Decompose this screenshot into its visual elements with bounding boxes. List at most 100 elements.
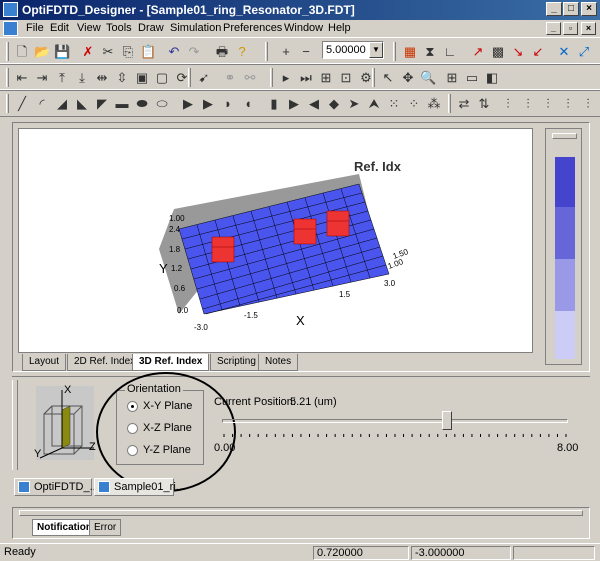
toolbar-grip[interactable] xyxy=(6,42,9,61)
3d-ref-index-view[interactable]: Ref. Idx Y X 1.00 2.4 1.8 1.2 0.6 0.0 -3… xyxy=(18,128,533,353)
copy-icon[interactable]: ⎘ xyxy=(120,44,136,60)
align-top-icon[interactable]: ⤒ xyxy=(54,70,70,86)
toolbar-grip[interactable] xyxy=(393,42,396,61)
align-bottom-icon[interactable]: ⤓ xyxy=(74,70,90,86)
zoom-icon[interactable]: 🔍 xyxy=(420,70,436,86)
color-map-icon[interactable]: ▦ xyxy=(402,44,418,60)
hourglass-icon[interactable]: ⧗ xyxy=(422,44,438,60)
position-slider-thumb[interactable] xyxy=(442,411,453,430)
group-icon[interactable]: ▣ xyxy=(134,70,150,86)
save-icon[interactable]: 💾 xyxy=(54,44,70,60)
zoom-select[interactable]: 5.00000 ▼ xyxy=(322,41,384,59)
close-button[interactable]: × xyxy=(581,2,597,16)
toolbar-grip[interactable] xyxy=(372,68,375,87)
legend-handle[interactable] xyxy=(552,133,577,139)
flip-h-icon[interactable]: ⇄ xyxy=(456,96,472,112)
doc-tab-sample[interactable]: Sample01_ri... xyxy=(94,478,185,496)
triangle-2-icon[interactable]: ◀ xyxy=(306,96,322,112)
port-icon[interactable]: ▭ xyxy=(464,70,480,86)
flip-v-icon[interactable]: ⇅ xyxy=(476,96,492,112)
block-icon[interactable]: ▮ xyxy=(266,96,282,112)
menu-draw[interactable]: Draw xyxy=(138,22,164,34)
wedge-icon[interactable]: ▶ xyxy=(200,96,216,112)
ungroup-icon[interactable]: ▢ xyxy=(154,70,170,86)
snap-4-icon[interactable]: ⫶ xyxy=(560,96,576,112)
probe-icon[interactable]: ◧ xyxy=(484,70,500,86)
plot-4-icon[interactable]: ↙ xyxy=(530,44,546,60)
menu-file[interactable]: File xyxy=(26,22,44,34)
distribute-h-icon[interactable]: ⇹ xyxy=(94,70,110,86)
fit-view-icon[interactable]: ✕ xyxy=(556,44,572,60)
toolbar-grip[interactable] xyxy=(265,42,268,61)
ring-icon[interactable]: ⬭ xyxy=(154,96,170,112)
print-icon[interactable]: 🖶 xyxy=(214,44,230,60)
snap-1-icon[interactable]: ⫶ xyxy=(500,96,516,112)
arrow-right-icon[interactable]: ➤ xyxy=(346,96,362,112)
tab-notes[interactable]: Notes xyxy=(258,354,299,371)
parabolic-icon[interactable]: ◤ xyxy=(94,96,110,112)
move-icon[interactable]: ✥ xyxy=(400,70,416,86)
half-ellipse-icon[interactable]: ◖ xyxy=(240,96,256,112)
menu-simulation[interactable]: Simulation xyxy=(170,22,221,34)
snap-2-icon[interactable]: ⫶ xyxy=(520,96,536,112)
toolbar-grip[interactable] xyxy=(6,68,9,87)
pointer-icon[interactable]: ➹ xyxy=(196,70,212,86)
doc-restore-button[interactable]: ▫ xyxy=(563,22,578,35)
cut-icon[interactable]: ✂ xyxy=(100,44,116,60)
open-folder-icon[interactable]: 📂 xyxy=(34,44,50,60)
menu-tools[interactable]: Tools xyxy=(106,22,132,34)
axes-icon[interactable]: ∟ xyxy=(442,44,458,60)
undo-icon[interactable]: ↶ xyxy=(166,44,182,60)
tab-3d-ref-index[interactable]: 3D Ref. Index xyxy=(132,354,210,371)
expand-icon[interactable]: ⤢ xyxy=(576,44,592,60)
menu-window[interactable]: Window xyxy=(284,22,323,34)
menu-preferences[interactable]: Preferences xyxy=(223,22,282,34)
taper-icon[interactable]: ◢ xyxy=(54,96,70,112)
plot-1-icon[interactable]: ↗ xyxy=(470,44,486,60)
tab-error[interactable]: Error xyxy=(89,519,122,536)
menu-view[interactable]: View xyxy=(77,22,101,34)
panel-grip[interactable] xyxy=(12,380,18,470)
delete-icon[interactable]: ✗ xyxy=(80,44,96,60)
doc-tab-designer[interactable]: OptiFDTD_... xyxy=(14,478,99,496)
menu-edit[interactable]: Edit xyxy=(50,22,69,34)
menu-help[interactable]: Help xyxy=(328,22,351,34)
lattice-3-icon[interactable]: ⁂ xyxy=(426,96,442,112)
distribute-v-icon[interactable]: ⇳ xyxy=(114,70,130,86)
unlink-icon[interactable]: ⚯ xyxy=(242,70,258,86)
position-slider-track[interactable] xyxy=(222,419,568,423)
rect-icon[interactable]: ▬ xyxy=(114,96,130,112)
plot-2-icon[interactable]: ▩ xyxy=(490,44,506,60)
lattice-2-icon[interactable]: ⁘ xyxy=(406,96,422,112)
lattice-icon[interactable]: ⁙ xyxy=(386,96,402,112)
linear-waveguide-icon[interactable]: ╱ xyxy=(14,96,30,112)
tab-layout[interactable]: Layout xyxy=(22,354,67,371)
tab-2d-ref-index[interactable]: 2D Ref. Index xyxy=(67,354,143,371)
analyzer-icon[interactable]: ⊡ xyxy=(338,70,354,86)
zoom-in-icon[interactable]: + xyxy=(278,44,294,60)
help-icon[interactable]: ? xyxy=(234,44,250,60)
toolbar-grip[interactable] xyxy=(6,94,9,113)
snap-5-icon[interactable]: ⫶ xyxy=(580,96,596,112)
zoom-out-icon[interactable]: − xyxy=(298,44,314,60)
toolbar-grip[interactable] xyxy=(188,68,191,87)
align-center-icon[interactable]: ⇥ xyxy=(34,70,50,86)
document-icon[interactable] xyxy=(3,21,18,36)
doc-minimize-button[interactable]: _ xyxy=(546,22,561,35)
lens-icon[interactable]: ◗ xyxy=(220,96,236,112)
polygon-icon[interactable]: ▶ xyxy=(180,96,196,112)
ellipse-icon[interactable]: ⬬ xyxy=(134,96,150,112)
align-left-icon[interactable]: ⇤ xyxy=(14,70,30,86)
chevron-down-icon[interactable]: ▼ xyxy=(369,42,383,58)
toolbar-grip[interactable] xyxy=(448,94,451,113)
arrow-up-icon[interactable]: ⮝ xyxy=(366,96,382,112)
arc-waveguide-icon[interactable]: ◜ xyxy=(34,96,50,112)
notification-handle[interactable] xyxy=(19,510,583,516)
plot-3-icon[interactable]: ↘ xyxy=(510,44,526,60)
step-icon[interactable]: ⏭ xyxy=(298,70,314,86)
s-bend-icon[interactable]: ◣ xyxy=(74,96,90,112)
triangle-icon[interactable]: ▶ xyxy=(286,96,302,112)
minimize-button[interactable]: _ xyxy=(546,2,562,16)
maximize-button[interactable]: □ xyxy=(563,2,579,16)
layout-icon[interactable]: ⊞ xyxy=(318,70,334,86)
